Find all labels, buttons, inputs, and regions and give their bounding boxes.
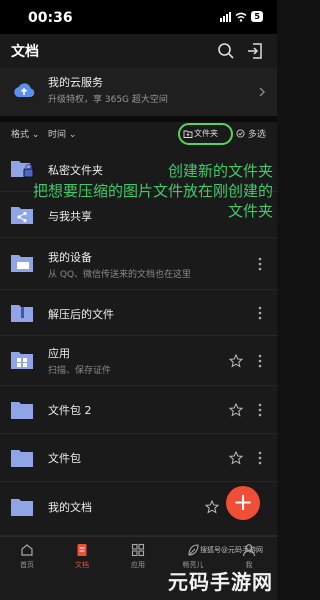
nav-apps[interactable]: 应用 xyxy=(118,543,158,573)
star-icon[interactable] xyxy=(229,451,243,465)
folder-icon xyxy=(11,450,33,467)
star-icon[interactable] xyxy=(229,403,243,417)
cloud-service-row[interactable]: 我的云服务 升级特权，享 365G 超大空间 xyxy=(0,68,277,116)
grid-icon xyxy=(131,543,145,557)
cloud-subtitle: 升级特权，享 365G 超大空间 xyxy=(48,95,168,105)
search-icon[interactable] xyxy=(216,41,236,61)
add-button[interactable]: + xyxy=(226,486,260,520)
list-item-title: 文件包 xyxy=(48,452,81,465)
more-vertical-icon[interactable] xyxy=(254,306,266,320)
nav-home[interactable]: 首页 xyxy=(7,543,47,573)
leaf-icon xyxy=(188,544,199,556)
wifi-icon xyxy=(235,12,247,22)
new-folder-label: 文件夹 xyxy=(194,129,218,138)
time-sort[interactable]: 时间 ⌄ xyxy=(48,127,76,140)
watermark-subtext: 搜狐号@元码手游网 xyxy=(200,546,263,554)
folder-share-icon xyxy=(11,207,33,224)
status-time: 00:36 xyxy=(28,10,73,26)
list-item-package-2[interactable]: 文件包 2 xyxy=(0,386,277,434)
star-icon[interactable] xyxy=(229,354,243,368)
multi-select-label: 多选 xyxy=(247,130,266,140)
nav-label: 首页 xyxy=(20,561,34,569)
annotation-instruction-cont: 文件夹 xyxy=(227,202,273,220)
nav-label: 应用 xyxy=(131,561,145,569)
list-item-title: 我的文档 xyxy=(48,501,92,514)
battery-icon: 5 xyxy=(251,11,263,22)
list-item-title: 应用 xyxy=(48,347,70,360)
cloud-title: 我的云服务 xyxy=(48,76,103,89)
more-vertical-icon[interactable] xyxy=(254,403,266,417)
multi-select-button[interactable]: 多选 xyxy=(236,127,266,140)
annotation-instruction: 把想要压缩的图片文件放在刚创建的 xyxy=(32,182,273,200)
sort-bar: 格式 ⌄ 时间 ⌄ 多选 xyxy=(0,122,277,146)
new-folder-button[interactable]: 文件夹 xyxy=(178,123,233,145)
more-vertical-icon[interactable] xyxy=(254,257,266,271)
list-item-unzipped[interactable]: 解压后的文件 xyxy=(0,290,277,336)
list-item-title: 解压后的文件 xyxy=(48,308,114,321)
cloud-upload-icon xyxy=(14,83,35,97)
annotation-create-folder: 创建新的文件夹 xyxy=(167,162,273,180)
folder-lock-icon xyxy=(11,161,34,178)
folder-apps-icon xyxy=(11,352,33,369)
list-item-package[interactable]: 文件包 xyxy=(0,434,277,482)
status-icons: 5 xyxy=(220,11,263,22)
list-item-my-devices[interactable]: 我的设备 从 QQ、微信传送来的文档也在这里 xyxy=(0,238,277,290)
list-item-title: 我的设备 xyxy=(48,251,92,264)
more-vertical-icon[interactable] xyxy=(254,354,266,368)
status-bar: 00:36 5 xyxy=(0,0,277,34)
login-icon[interactable] xyxy=(245,41,265,61)
check-circle-icon xyxy=(236,129,245,138)
more-vertical-icon[interactable] xyxy=(254,451,266,465)
home-icon xyxy=(21,544,33,556)
document-icon xyxy=(77,544,87,556)
time-sort-label: 时间 xyxy=(48,130,67,140)
folder-device-icon xyxy=(11,255,33,272)
format-filter[interactable]: 格式 ⌄ xyxy=(11,127,39,140)
header: 文档 xyxy=(0,34,277,68)
watermark-logo: 元码手游网 xyxy=(168,570,273,594)
folder-plus-icon xyxy=(183,130,193,138)
list-item-apps[interactable]: 应用 扫描、保存证件 xyxy=(0,336,277,386)
list-item-subtitle: 扫描、保存证件 xyxy=(48,366,112,376)
page-title: 文档 xyxy=(11,44,39,60)
list-item-title: 私密文件夹 xyxy=(48,164,103,177)
chevron-right-icon xyxy=(259,87,265,97)
folder-zip-icon xyxy=(11,305,33,322)
folder-icon xyxy=(11,402,33,419)
format-filter-label: 格式 xyxy=(11,130,30,140)
nav-documents[interactable]: 文档 xyxy=(62,543,102,573)
list-item-subtitle: 从 QQ、微信传送来的文档也在这里 xyxy=(48,270,192,280)
list-item-title: 文件包 2 xyxy=(48,404,92,417)
folder-icon xyxy=(11,499,33,516)
signal-icon xyxy=(220,11,232,22)
nav-label: 文档 xyxy=(75,561,89,569)
star-icon[interactable] xyxy=(205,500,219,514)
list-item-title: 与我共享 xyxy=(48,210,92,223)
